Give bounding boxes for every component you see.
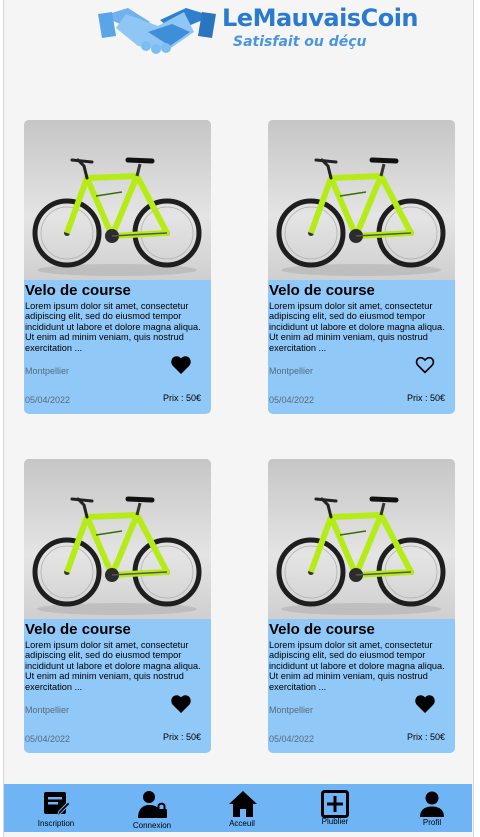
nav-connexion[interactable]: Connexion [112, 784, 192, 832]
nav-label: Acceuil [229, 819, 255, 828]
listing-price: Prix : 50€ [162, 732, 201, 742]
favorite-heart-outline-icon[interactable] [415, 356, 435, 374]
listing-date: 05/04/2022 [25, 395, 71, 405]
bottom-navbar: Inscription Connexion Acceuil Plublier P… [4, 784, 472, 832]
nav-inscription[interactable]: Inscription [16, 784, 96, 832]
listing-title: Velo de course [25, 282, 131, 299]
nav-profil[interactable]: Profil [392, 784, 472, 832]
listing-price: Prix : 50€ [406, 732, 445, 742]
login-lock-icon [138, 791, 167, 818]
favorite-heart-icon[interactable] [171, 695, 191, 713]
listing-price: Prix : 50€ [406, 393, 445, 403]
nav-label: Plublier [321, 817, 349, 826]
bike-photo [24, 459, 211, 619]
app-frame: LeMauvaisCoin Satisfait ou déçu Velo de … [3, 0, 474, 837]
header: LeMauvaisCoin Satisfait ou déçu [96, 0, 419, 62]
nav-label: Inscription [37, 819, 75, 828]
listing-title: Velo de course [25, 621, 131, 638]
listing-card[interactable]: Velo de course Lorem ipsum dolor sit ame… [24, 120, 211, 414]
listing-city: Montpellier [269, 705, 314, 715]
listing-card[interactable]: Velo de course Lorem ipsum dolor sit ame… [24, 459, 211, 753]
listing-city: Montpellier [25, 366, 70, 376]
listing-description: Lorem ipsum dolor sit amet, consectetur … [269, 640, 445, 692]
register-icon [44, 792, 70, 818]
listing-city: Montpellier [25, 705, 70, 715]
listing-card[interactable]: Velo de course Lorem ipsum dolor sit ame… [268, 120, 455, 414]
listing-price: Prix : 50€ [162, 393, 201, 403]
bike-photo [268, 120, 455, 280]
app-title: LeMauvaisCoin [222, 4, 419, 32]
nav-label: Profil [422, 818, 442, 827]
home-icon [229, 791, 257, 817]
listing-date: 05/04/2022 [269, 734, 315, 744]
nav-label: Connexion [132, 821, 172, 830]
nav-publier[interactable]: Plublier [295, 784, 375, 832]
listing-description: Lorem ipsum dolor sit amet, consectetur … [25, 640, 201, 692]
listing-date: 05/04/2022 [269, 395, 315, 405]
listing-city: Montpellier [269, 366, 314, 376]
add-box-icon [321, 790, 349, 818]
nav-accueil[interactable]: Acceuil [202, 784, 282, 832]
app-tagline: Satisfait ou déçu [233, 34, 367, 50]
bike-photo [24, 120, 211, 280]
listing-description: Lorem ipsum dolor sit amet, consectetur … [25, 301, 201, 353]
listing-date: 05/04/2022 [25, 734, 71, 744]
listing-card[interactable]: Velo de course Lorem ipsum dolor sit ame… [268, 459, 455, 753]
profile-icon [420, 791, 444, 817]
listing-description: Lorem ipsum dolor sit amet, consectetur … [269, 301, 445, 353]
listing-title: Velo de course [269, 621, 375, 638]
favorite-heart-icon[interactable] [171, 356, 191, 374]
listing-title: Velo de course [269, 282, 375, 299]
handshake-icon [98, 8, 216, 54]
bike-photo [268, 459, 455, 619]
favorite-heart-icon[interactable] [415, 695, 435, 713]
